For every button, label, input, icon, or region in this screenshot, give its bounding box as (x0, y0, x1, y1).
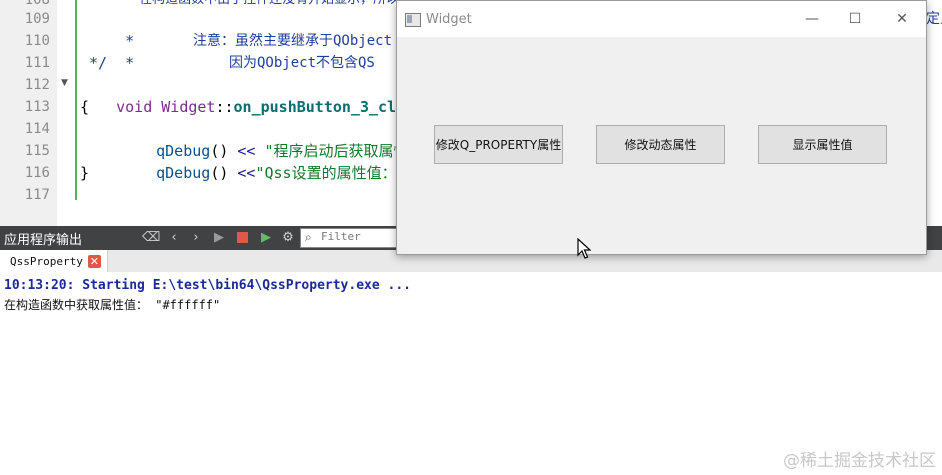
comment-star: * (116, 54, 135, 72)
modify-qproperty-button[interactable]: 修改Q_PROPERTY属性 (434, 125, 563, 164)
line-number-gutter: 108 109 110 111 112 113 114 115 116 117 (0, 0, 57, 226)
comment-text: 因为QObject不包含QS (229, 55, 375, 71)
operator: << (237, 164, 256, 182)
output-pane-title: 应用程序输出 (4, 233, 83, 248)
gear-icon[interactable]: ⚙ (280, 230, 296, 246)
line-number: 110 (24, 33, 50, 49)
line-number: 117 (24, 187, 50, 203)
mouse-cursor-icon (577, 238, 591, 259)
attach-debugger-icon[interactable]: ▶ (258, 230, 274, 246)
watermark: @稀土掘金技术社区 (783, 451, 936, 471)
application-output[interactable]: 10:13:20: Starting E:\test\bin64\QssProp… (0, 272, 942, 475)
filter-placeholder: Filter (321, 230, 361, 243)
code-line-116: } (80, 164, 90, 182)
previous-icon[interactable]: ‹ (166, 230, 182, 246)
window-titlebar[interactable]: Widget — ☐ ✕ (397, 1, 926, 37)
run-icon[interactable]: ▶ (211, 230, 227, 246)
change-marker-bar (75, 0, 77, 200)
show-property-value-button[interactable]: 显示属性值 (758, 125, 887, 164)
tab-label: QssProperty (10, 254, 83, 268)
class-name: Widget (161, 98, 216, 116)
widget-window[interactable]: Widget — ☐ ✕ 修改Q_PROPERTY属性 修改动态属性 显示属性值 (396, 0, 927, 255)
parens: () (210, 164, 229, 182)
close-button[interactable]: ✕ (890, 9, 914, 29)
line-number: 113 (24, 99, 50, 115)
function-call: qDebug (156, 164, 211, 182)
fold-arrow-icon[interactable]: ▼ (61, 78, 68, 88)
scope-operator: :: (215, 98, 234, 116)
log-line: 在构造函数中获取属性值： "#ffffff" (4, 298, 221, 312)
app-window-icon (405, 13, 421, 27)
code-line-111: */ (80, 54, 108, 72)
line-number: 111 (24, 55, 50, 71)
clear-output-icon[interactable]: ⌫ (142, 230, 160, 246)
comment-text-right: 定义 (926, 11, 942, 27)
line-number: 114 (24, 121, 50, 137)
next-icon[interactable]: › (188, 230, 204, 246)
function-name: on_pushButton_3_cli (233, 98, 406, 116)
tab-qssproperty[interactable]: QssProperty ✕ (0, 250, 108, 272)
comment-text: 注意：虽然主要继承于QObject (193, 33, 393, 49)
string-literal: "Qss设置的属性值：" (255, 164, 406, 182)
stop-icon[interactable] (234, 230, 250, 246)
minimize-button[interactable]: — (800, 9, 824, 29)
line-number: 115 (24, 143, 50, 159)
window-title: Widget (426, 12, 472, 27)
search-icon: ⌕ (305, 230, 312, 244)
line-number: 109 (24, 11, 50, 27)
maximize-button[interactable]: ☐ (843, 9, 867, 29)
line-number: 112 (24, 77, 50, 93)
log-line: 10:13:20: Starting E:\test\bin64\QssProp… (4, 278, 411, 293)
line-number: 116 (24, 165, 50, 181)
keyword: void (116, 98, 153, 116)
close-icon[interactable]: ✕ (87, 254, 101, 268)
modify-dynamic-property-button[interactable]: 修改动态属性 (596, 125, 725, 164)
code-line-113: { (80, 98, 90, 116)
code-line-115: qDebug() <<"Qss设置的属性值：" (120, 140, 406, 206)
